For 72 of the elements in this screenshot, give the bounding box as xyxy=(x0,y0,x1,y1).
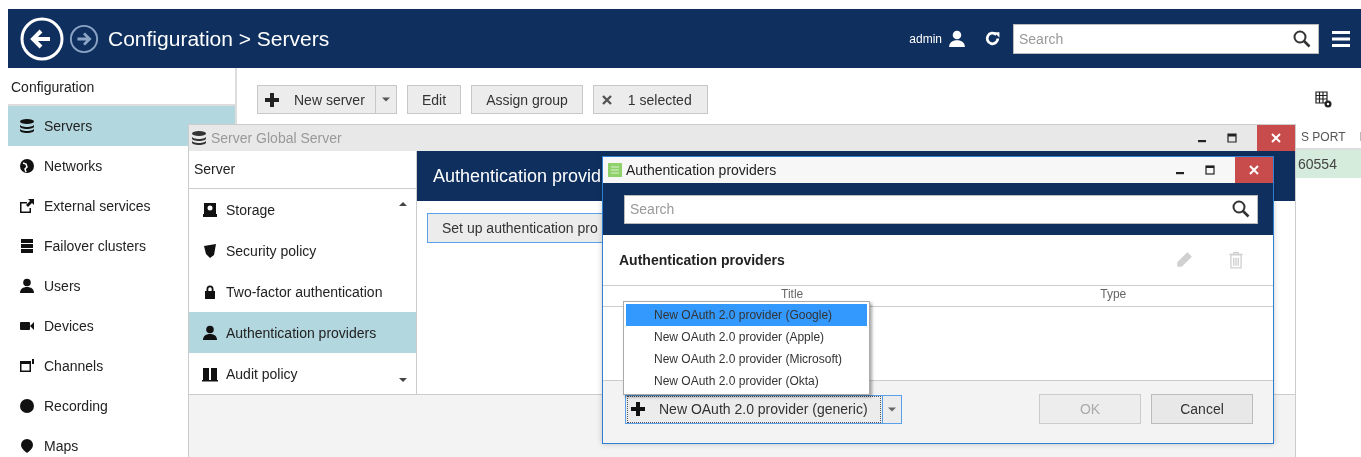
sidebar-item[interactable]: Maps xyxy=(8,426,188,457)
menu-icon[interactable] xyxy=(1332,30,1350,47)
column-header[interactable]: Title xyxy=(781,287,804,301)
settings-item[interactable]: Authentication providers xyxy=(189,312,416,353)
toolbar-button[interactable]: Edit xyxy=(407,85,462,114)
database-icon xyxy=(191,130,207,146)
dialog-button[interactable]: Cancel xyxy=(1151,394,1253,424)
setup-button[interactable]: Set up authentication pro xyxy=(427,213,603,243)
column-header[interactable]: S PORT xyxy=(1301,130,1346,144)
sidebar-item[interactable]: Failover clusters xyxy=(8,226,188,266)
settings-item[interactable]: Two-factor authentication xyxy=(189,271,416,312)
maximize-icon[interactable] xyxy=(1205,165,1215,175)
menu-item[interactable]: New OAuth 2.0 provider (Google) xyxy=(626,304,867,326)
user-icon xyxy=(202,324,218,341)
sidebar-item[interactable]: External services xyxy=(8,186,188,226)
clear-selection-button[interactable]: 1 selected xyxy=(592,85,708,114)
globe-icon xyxy=(19,158,35,174)
grid-settings-icon[interactable] xyxy=(1315,90,1333,109)
window-title: Server Global Server xyxy=(211,130,342,146)
menu-item[interactable]: New OAuth 2.0 provider (Apple) xyxy=(626,326,867,348)
close-icon xyxy=(1271,133,1281,143)
menu-item[interactable]: New OAuth 2.0 provider (Okta) xyxy=(626,370,867,392)
user-icon[interactable] xyxy=(948,29,966,48)
user-icon xyxy=(19,278,35,294)
lock-icon xyxy=(202,283,218,300)
screen-icon xyxy=(19,358,35,374)
close-button[interactable] xyxy=(1257,125,1295,151)
refresh-icon[interactable] xyxy=(984,30,1001,47)
stack-icon xyxy=(19,238,35,254)
search-field[interactable]: Search xyxy=(1013,23,1319,54)
sidebar-item[interactable]: Networks xyxy=(8,146,188,186)
plus-icon xyxy=(631,402,645,416)
external-link-icon xyxy=(19,198,35,214)
close-button[interactable] xyxy=(1235,157,1273,183)
menu-item[interactable]: New OAuth 2.0 provider (Microsoft) xyxy=(626,348,867,370)
toolbar-button[interactable]: Assign group xyxy=(471,85,583,114)
book-icon xyxy=(202,365,218,382)
settings-item[interactable]: Security policy xyxy=(189,230,416,271)
search-field[interactable]: Search xyxy=(624,194,1258,224)
plus-icon xyxy=(265,92,279,107)
settings-item[interactable]: Audit policy xyxy=(189,353,416,394)
list-icon xyxy=(608,163,622,177)
close-icon xyxy=(1249,165,1259,175)
table-row[interactable]: 60554 xyxy=(1296,150,1361,178)
content-title: Authentication provid xyxy=(433,165,602,187)
sidebar-item[interactable]: Recording xyxy=(8,386,188,426)
settings-item[interactable]: Storage xyxy=(189,189,416,230)
maximize-icon[interactable] xyxy=(1227,133,1237,143)
column-header[interactable]: Type xyxy=(1100,287,1127,301)
forward-icon[interactable] xyxy=(69,23,99,54)
search-icon[interactable] xyxy=(1232,200,1250,218)
section-heading: Authentication providers xyxy=(619,252,785,268)
add-provider-button[interactable]: New OAuth 2.0 provider (generic) xyxy=(625,394,902,424)
close-icon xyxy=(601,94,612,105)
pin-icon xyxy=(19,438,35,454)
user-name[interactable]: admin xyxy=(909,31,942,46)
shield-icon xyxy=(202,242,218,259)
page-title: Configuration > Servers xyxy=(108,26,330,51)
sidebar-item[interactable]: Channels xyxy=(8,346,188,386)
column-header[interactable]: I xyxy=(1359,130,1361,144)
database-icon xyxy=(19,118,35,134)
scroll-down-icon[interactable] xyxy=(399,378,407,382)
section-header: Server xyxy=(189,151,416,189)
new-server-button[interactable]: New server xyxy=(257,85,397,114)
search-icon[interactable] xyxy=(1293,29,1311,48)
scroll-up-icon[interactable] xyxy=(399,202,407,206)
back-icon[interactable] xyxy=(20,16,64,61)
circle-icon xyxy=(19,398,35,414)
sidebar-item[interactable]: Devices xyxy=(8,306,188,346)
sidebar-item[interactable]: Users xyxy=(8,266,188,306)
dialog-title: Authentication providers xyxy=(626,162,777,178)
disk-icon xyxy=(202,201,218,218)
